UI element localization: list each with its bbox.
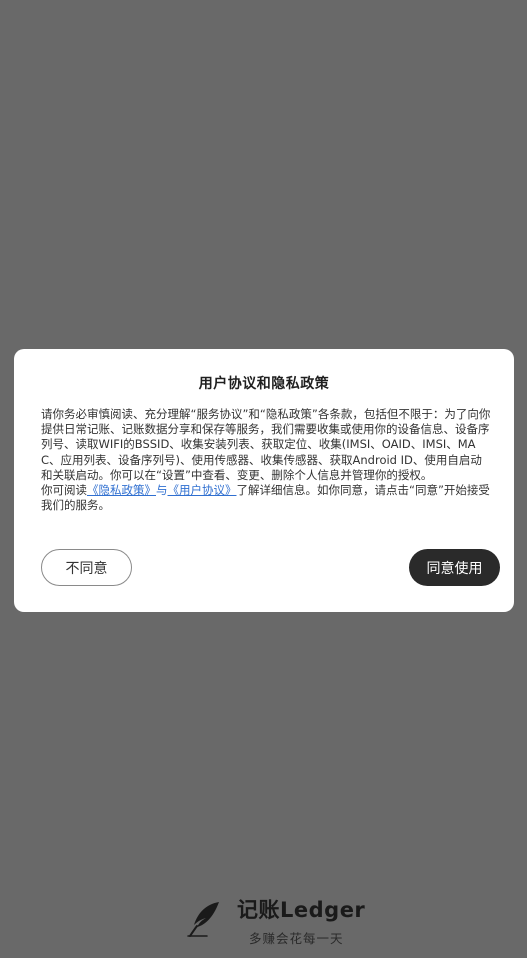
disagree-button[interactable]: 不同意	[41, 549, 132, 586]
links-connector: 与	[156, 483, 168, 498]
privacy-policy-link[interactable]: 《隐私政策》	[87, 483, 156, 497]
user-agreement-link[interactable]: 《用户协议》	[168, 483, 237, 497]
dialog-title: 用户协议和隐私政策	[198, 376, 330, 392]
brand-slogan: 多赚会花每一天	[249, 931, 344, 946]
quill-feather-icon	[185, 898, 225, 938]
agreement-dialog: 用户协议和隐私政策 请你务必审慎阅读、充分理解“服务协议”和“隐私政策”各条款，…	[14, 349, 514, 612]
links-prefix: 你可阅读	[41, 483, 87, 498]
brand-name: 记账Ledger	[237, 898, 366, 922]
agreement-text: 请你务必审慎阅读、充分理解“服务协议”和“隐私政策”各条款，包括但不限于：为了向…	[41, 407, 491, 482]
dialog-body: 请你务必审慎阅读、充分理解“服务协议”和“隐私政策”各条款，包括但不限于：为了向…	[41, 407, 492, 513]
agree-button[interactable]: 同意使用	[409, 549, 500, 586]
agreement-links-text: 你可阅读《隐私政策》与《用户协议》了解详细信息。如你同意，请点击“同意”开始接受…	[41, 483, 492, 513]
brand-footer: 记账Ledger 多赚会花每一天	[185, 890, 375, 950]
